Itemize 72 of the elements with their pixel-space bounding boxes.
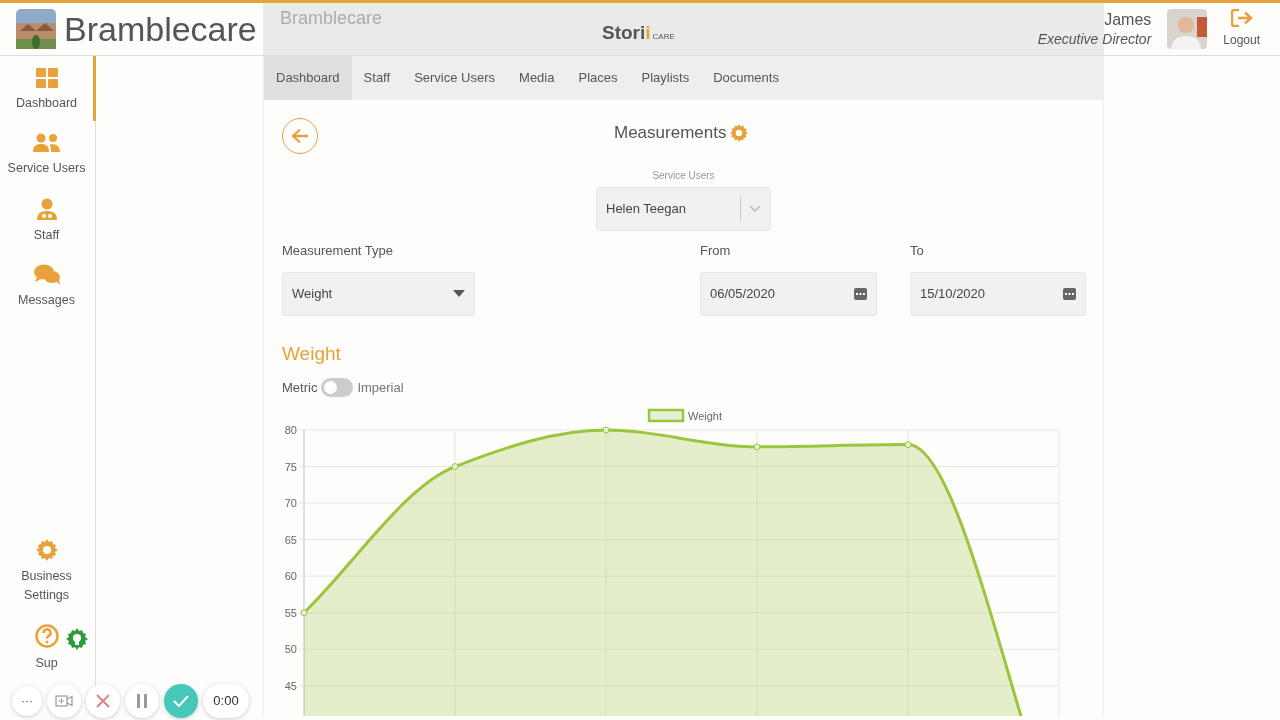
- unit-label: Imperial: [357, 379, 404, 397]
- pause-button[interactable]: [125, 684, 159, 718]
- legend-label: Weight: [688, 409, 723, 422]
- settings-icon[interactable]: [730, 123, 749, 142]
- user-role: Executive Director: [1037, 30, 1152, 49]
- data-point: [904, 440, 912, 448]
- timer-button[interactable]: 0:00: [203, 684, 249, 718]
- brand-name: Bramblecare: [64, 8, 257, 50]
- nav-tab[interactable]: Playlists: [629, 56, 702, 100]
- chevron-down-icon: [749, 205, 761, 213]
- section-title: Weight: [282, 341, 342, 366]
- select-field[interactable]: Weight: [282, 271, 475, 316]
- nav-tab[interactable]: Service Users: [402, 56, 508, 100]
- pause-icon: [137, 694, 147, 708]
- unit-label: Metric: [282, 379, 318, 397]
- axis-tick-label: 80: [284, 423, 297, 436]
- close-icon: [96, 694, 110, 708]
- axis-tick-label: 65: [284, 533, 297, 546]
- calendar-icon: [854, 287, 867, 300]
- field-label: Measurement Type: [282, 242, 395, 260]
- camera-button[interactable]: [47, 684, 81, 718]
- caret-down-icon: [453, 290, 465, 297]
- calendar-icon: [1063, 287, 1076, 300]
- logout-button[interactable]: Logout: [1223, 9, 1260, 49]
- sidebar-item[interactable]: Sup: [0, 612, 96, 681]
- data-point: [451, 462, 459, 470]
- axis-tick-label: 75: [284, 460, 297, 473]
- sidebar-item[interactable]: Business Settings: [0, 526, 96, 613]
- sidebar-item[interactable]: Service Users: [0, 120, 96, 186]
- grid-icon: [35, 68, 58, 88]
- data-point: [602, 426, 610, 433]
- chat-icon: [33, 264, 60, 286]
- axis-tick-label: 55: [284, 606, 297, 619]
- nav-tab[interactable]: Staff: [351, 56, 403, 100]
- date-field[interactable]: 15/10/2020: [910, 271, 1086, 316]
- date-field[interactable]: 06/05/2020: [700, 271, 877, 316]
- more-button[interactable]: ···: [12, 686, 42, 716]
- axis-tick-label: 70: [284, 496, 297, 509]
- check-icon: [173, 695, 189, 707]
- logout-icon: [1230, 9, 1253, 27]
- sidebar-item[interactable]: Messages: [0, 252, 96, 318]
- app-logo: Storii CARE: [602, 21, 675, 45]
- confirm-button[interactable]: [164, 684, 198, 718]
- field-label: To: [910, 242, 925, 260]
- nav-tab[interactable]: Media: [507, 56, 567, 100]
- back-arrow-icon: [291, 128, 309, 144]
- legend-swatch: [647, 408, 685, 422]
- unit-toggle[interactable]: [321, 378, 354, 398]
- sidebar-item[interactable]: Dashboard: [0, 56, 96, 121]
- video-camera-icon: [55, 695, 73, 707]
- avatar: [1167, 9, 1208, 49]
- data-point: [300, 608, 308, 616]
- page-title: Measurements: [614, 122, 727, 144]
- watermark-text: Bramblecare: [280, 7, 383, 30]
- axis-tick-label: 50: [284, 642, 297, 655]
- lightbulb-icon[interactable]: [65, 628, 89, 652]
- select-field[interactable]: Helen Teegan: [596, 187, 771, 231]
- nav-tab[interactable]: Documents: [701, 56, 791, 100]
- cancel-button[interactable]: [86, 684, 120, 718]
- axis-tick-label: 60: [284, 569, 297, 582]
- nav-tab[interactable]: Places: [566, 56, 630, 100]
- data-point: [753, 442, 761, 450]
- field-label: Service Users: [652, 169, 715, 183]
- axis-tick-label: 45: [284, 679, 297, 692]
- person-icon: [36, 197, 57, 220]
- gear-icon: [35, 538, 58, 561]
- help-icon: [34, 624, 59, 649]
- people-icon: [32, 132, 61, 153]
- sidebar-item[interactable]: Staff: [0, 185, 96, 253]
- nav-tab[interactable]: Dashboard: [264, 56, 352, 100]
- field-label: From: [700, 242, 732, 260]
- user-name: James: [1103, 9, 1152, 30]
